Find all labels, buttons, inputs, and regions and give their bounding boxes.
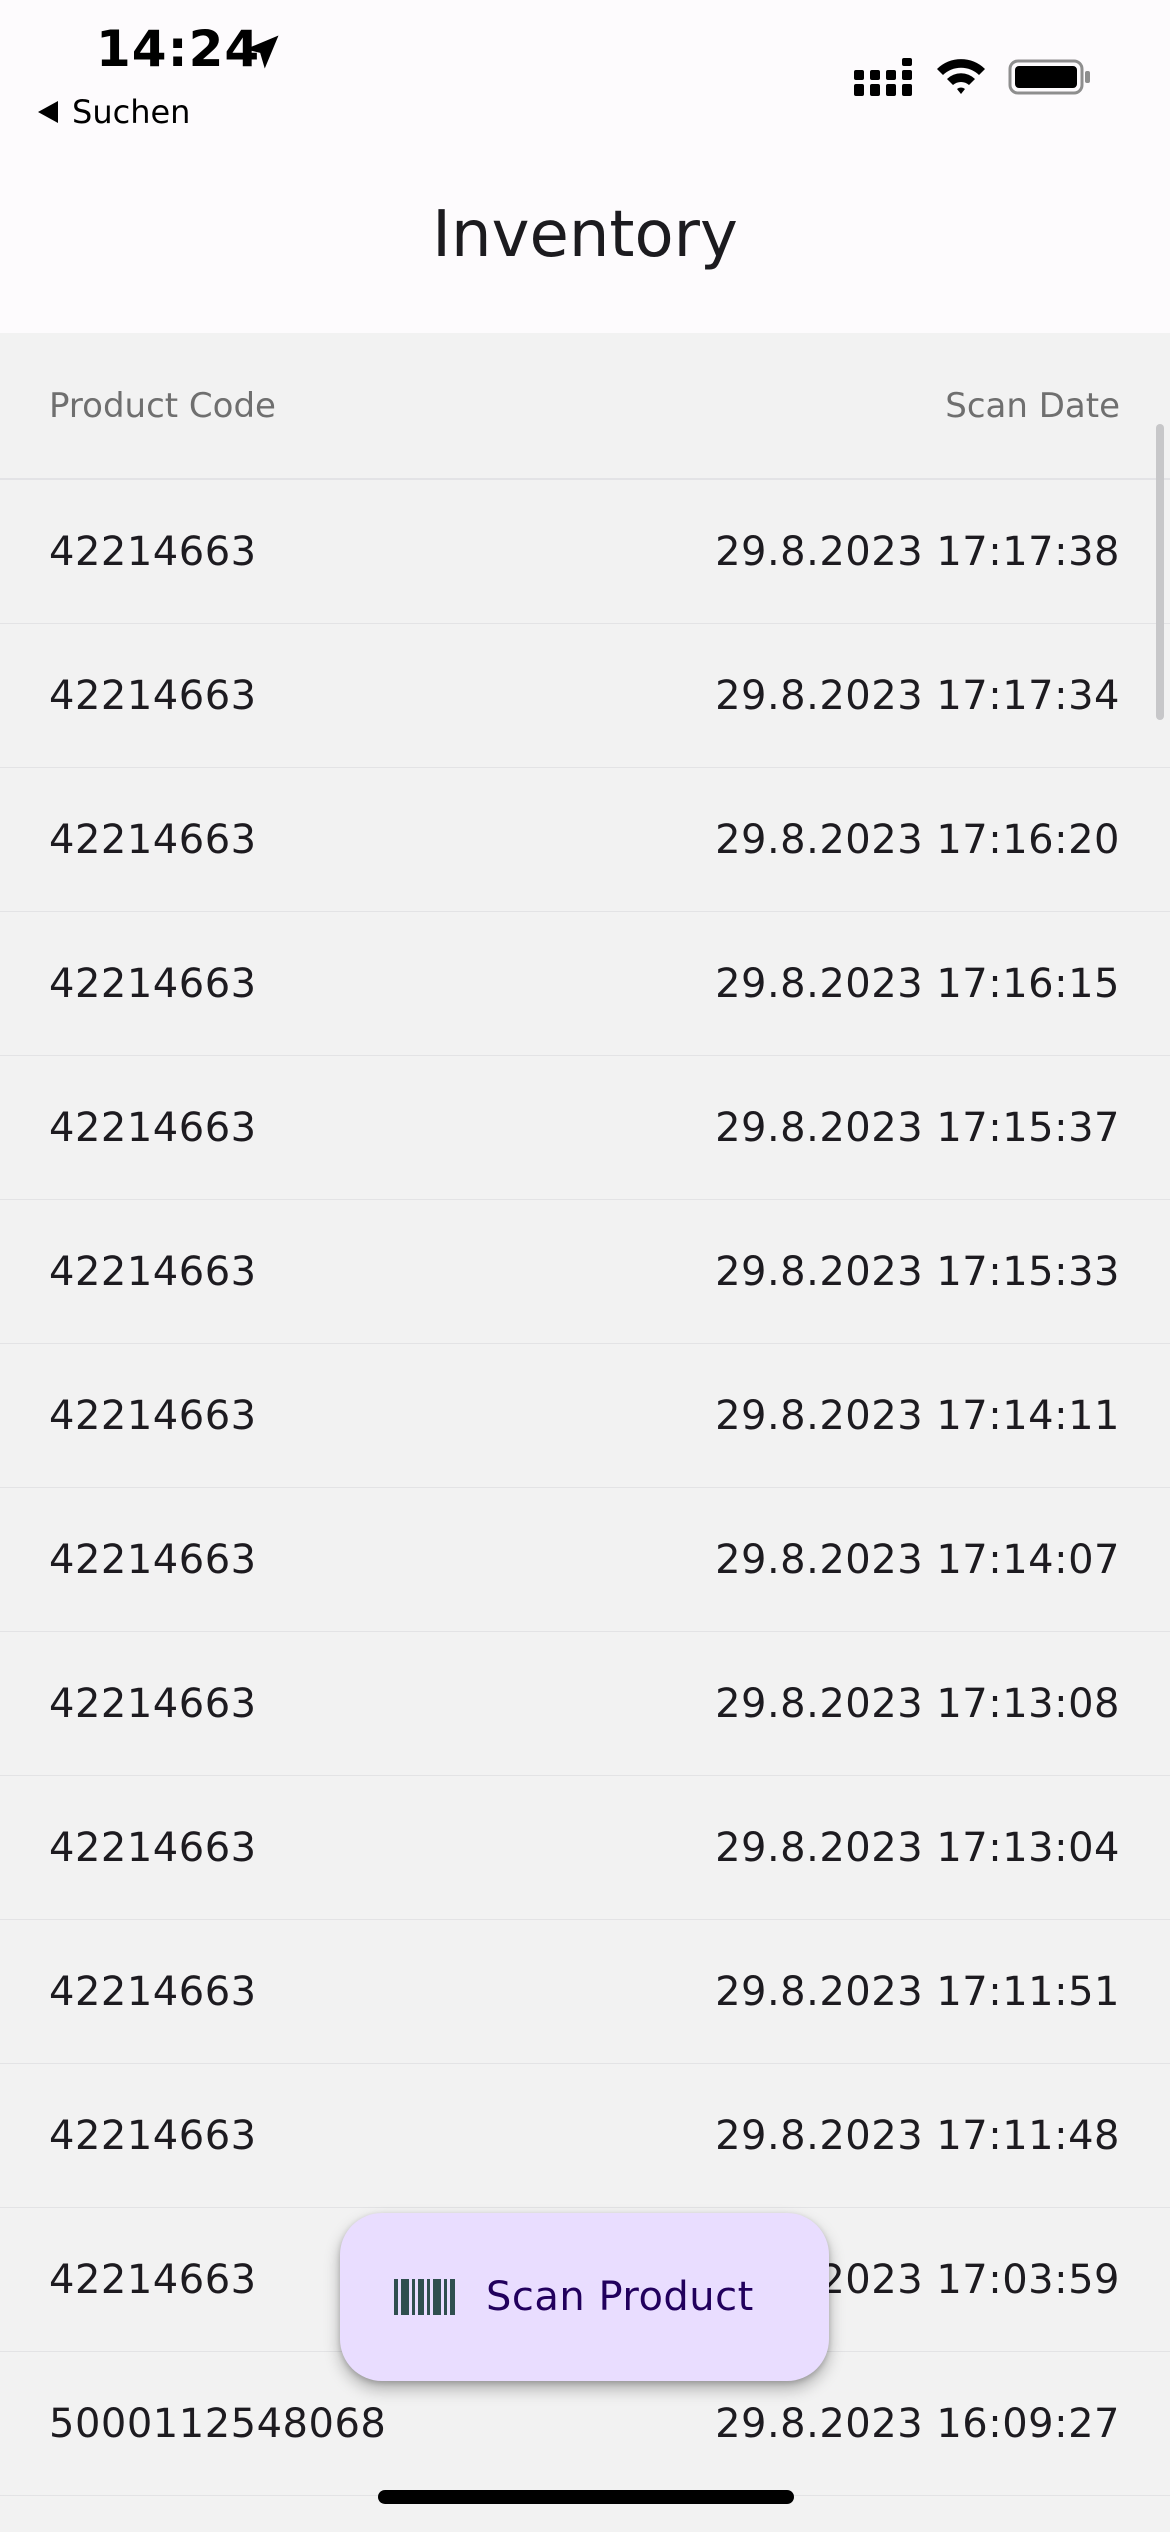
product-code-cell: 42214663	[49, 1968, 257, 2015]
product-code-cell: 42214663	[49, 1680, 257, 1727]
status-time: 14:24	[96, 20, 261, 78]
product-code-cell: 42214663	[49, 1824, 257, 1871]
scan-date-cell: 29.8.2023 17:14:07	[715, 1536, 1120, 1583]
scan-date-cell: 29.8.2023 17:15:37	[715, 1104, 1120, 1151]
column-header-scan-date[interactable]: Scan Date	[945, 386, 1120, 426]
scan-date-cell: 29.8.2023 17:15:33	[715, 1248, 1120, 1295]
table-row[interactable]: 42214663 29.8.2023 17:11:48	[0, 2064, 1170, 2208]
barcode-icon	[394, 2279, 455, 2315]
table-row[interactable]: 42214663 29.8.2023 17:13:08	[0, 1632, 1170, 1776]
back-to-app-link[interactable]: Suchen	[38, 90, 190, 134]
back-link-label: Suchen	[72, 93, 191, 131]
product-code-cell: 42214663	[49, 1536, 257, 1583]
scan-date-cell: 29.8.2023 17:13:08	[715, 1680, 1120, 1727]
product-code-cell: 42214663	[49, 960, 257, 1007]
table-row[interactable]: 42214663 29.8.2023 17:16:15	[0, 912, 1170, 1056]
product-code-cell: 42214663	[49, 1392, 257, 1439]
scan-product-button[interactable]: Scan Product	[340, 2213, 829, 2381]
product-code-cell: 42214663	[49, 672, 257, 719]
product-code-cell: 42214663	[49, 2256, 257, 2303]
scan-date-cell: 29.8.2023 16:09:27	[715, 2400, 1120, 2447]
scan-date-cell: 29.8.2023 17:14:11	[715, 1392, 1120, 1439]
scan-date-cell: 29.8.2023 17:11:48	[715, 2112, 1120, 2159]
table-row[interactable]: 42214663 29.8.2023 17:15:33	[0, 1200, 1170, 1344]
product-code-cell: 42214663	[49, 816, 257, 863]
app-bar: Inventory	[0, 150, 1170, 333]
table-row[interactable]: 42214663 29.8.2023 17:14:11	[0, 1344, 1170, 1488]
back-triangle-icon	[38, 101, 58, 123]
page-title: Inventory	[432, 198, 738, 272]
product-code-cell: 42214663	[49, 1248, 257, 1295]
scan-product-label: Scan Product	[486, 2274, 754, 2320]
table-row[interactable]: 42214663 29.8.2023 17:17:34	[0, 624, 1170, 768]
table-header: Product Code Scan Date	[0, 333, 1170, 480]
table-row[interactable]: 42214663 29.8.2023 17:11:51	[0, 1920, 1170, 2064]
scan-date-cell: 29.8.2023 17:17:38	[715, 528, 1120, 575]
product-code-cell: 42214663	[49, 528, 257, 575]
scan-date-cell: 29.8.2023 17:11:51	[715, 1968, 1120, 2015]
scan-date-cell: 29.8.2023 17:13:04	[715, 1824, 1120, 1871]
status-bar: 14:24 Suchen	[0, 0, 1170, 150]
table-row[interactable]: 42214663 29.8.2023 17:14:07	[0, 1488, 1170, 1632]
location-arrow-icon	[245, 35, 279, 69]
product-code-cell: 42214663	[49, 2112, 257, 2159]
scan-date-cell: 29.8.2023 17:16:15	[715, 960, 1120, 1007]
table-scrollbar[interactable]	[1156, 424, 1164, 720]
cellular-signal-icon	[854, 58, 912, 96]
scan-date-cell: 29.8.2023 17:17:34	[715, 672, 1120, 719]
table-row[interactable]: 42214663 29.8.2023 17:17:38	[0, 480, 1170, 624]
table-row[interactable]: 42214663 29.8.2023 17:15:37	[0, 1056, 1170, 1200]
product-code-cell: 42214663	[49, 1104, 257, 1151]
inventory-table[interactable]: Product Code Scan Date 42214663 29.8.2023…	[0, 333, 1170, 2532]
home-indicator[interactable]	[378, 2490, 794, 2504]
table-row[interactable]: 42214663 29.8.2023 17:16:20	[0, 768, 1170, 912]
table-row[interactable]: 42214663 29.8.2023 17:13:04	[0, 1776, 1170, 1920]
column-header-product-code[interactable]: Product Code	[49, 386, 276, 426]
product-code-cell: 5000112548068	[49, 2400, 387, 2447]
scan-date-cell: 29.8.2023 17:16:20	[715, 816, 1120, 863]
battery-icon	[1008, 59, 1090, 95]
wifi-icon	[937, 59, 985, 94]
